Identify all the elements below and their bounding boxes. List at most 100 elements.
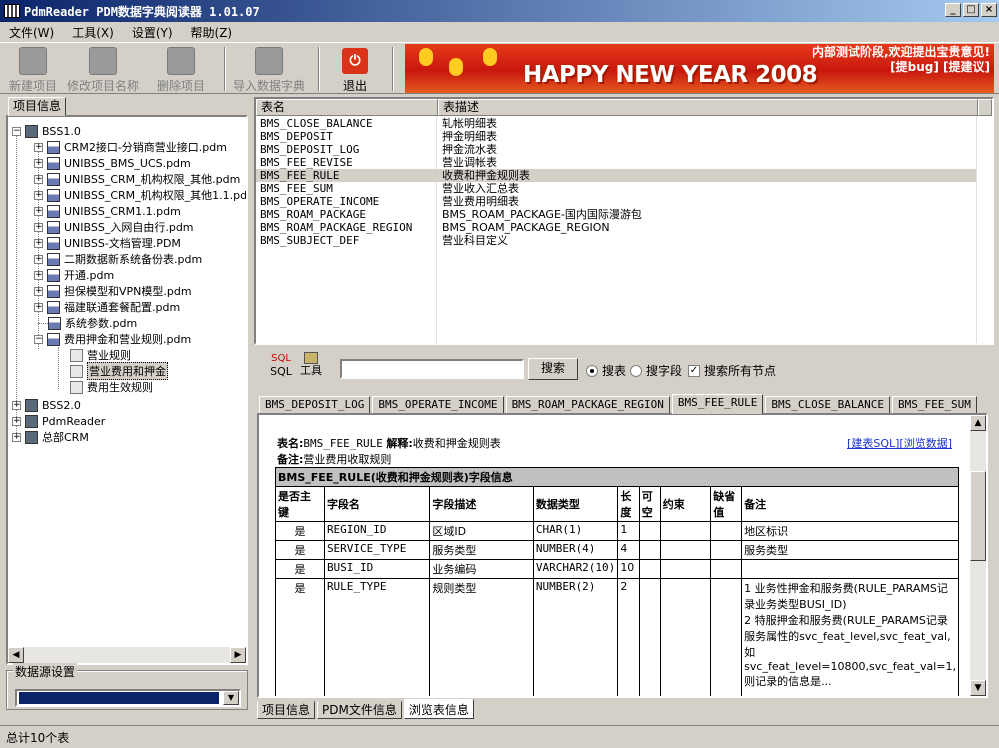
- close-button[interactable]: ×: [981, 3, 997, 17]
- tab-pdm-file-info[interactable]: PDM文件信息: [317, 701, 402, 719]
- table-row[interactable]: BMS_ROAM_PACKAGE_REGION BMS_ROAM_PACKAGE_…: [256, 221, 976, 234]
- table-info-line: 表名:BMS_FEE_RULE 解释:收费和押金规则表: [277, 435, 501, 451]
- expand-icon[interactable]: +: [34, 222, 43, 232]
- column-header-filler: [978, 99, 992, 116]
- tree-node-pdm[interactable]: 系统参数.pdm: [48, 315, 137, 331]
- table-row[interactable]: BMS_SUBJECT_DEF 营业科目定义: [256, 234, 976, 247]
- browse-data-link[interactable]: [浏览数据]: [899, 437, 952, 450]
- detail-tab[interactable]: BMS_OPERATE_INCOME: [372, 396, 504, 414]
- expand-icon[interactable]: +: [34, 174, 43, 184]
- scroll-thumb[interactable]: [970, 471, 986, 561]
- create-sql-link[interactable]: [建表SQL]: [847, 437, 899, 450]
- import-pdm-button[interactable]: 导入数据字典: [228, 45, 310, 93]
- table-row[interactable]: BMS_DEPOSIT_LOG 押金流水表: [256, 143, 976, 156]
- tab-project-info-bottom[interactable]: 项目信息: [257, 701, 316, 719]
- tree-node-table[interactable]: 营业费用和押金: [70, 362, 168, 380]
- tools-button[interactable]: 工具: [294, 352, 328, 384]
- new-year-banner[interactable]: HAPPY NEW YEAR 2008 内部测试阶段,欢迎提出宝贵意见! [提b…: [405, 44, 994, 93]
- tree-node-label: 营业规则: [87, 349, 131, 362]
- tree-node-root[interactable]: + PdmReader: [12, 413, 105, 429]
- radio-search-table[interactable]: 搜表: [586, 362, 626, 379]
- detail-tab[interactable]: BMS_DEPOSIT_LOG: [259, 396, 371, 414]
- database-icon: [25, 430, 38, 444]
- tree-node-table[interactable]: 费用生效规则: [70, 379, 153, 395]
- sql-tool-button[interactable]: SQL SQL: [264, 352, 298, 384]
- expand-icon[interactable]: +: [34, 158, 43, 168]
- expand-icon[interactable]: +: [12, 400, 21, 410]
- tree-node-pdm[interactable]: + UNIBSS_CRM_机构权限_其他1.1.pdm: [34, 187, 246, 203]
- column-header-table-desc[interactable]: 表描述: [438, 99, 978, 116]
- expand-icon[interactable]: +: [34, 270, 43, 280]
- new-project-button[interactable]: 新建项目: [4, 45, 62, 93]
- tab-browse-table-info[interactable]: 浏览表信息: [403, 699, 474, 719]
- expand-icon[interactable]: +: [34, 302, 43, 312]
- expand-icon[interactable]: +: [34, 190, 43, 200]
- project-tree[interactable]: − BSS1.0 + CRM2接口-分销商营业接口.pdm + UNIBSS_BMS_UC…: [6, 115, 248, 665]
- table-row[interactable]: BMS_ROAM_PACKAGE BMS_ROAM_PACKAGE-国内国际漫游包: [256, 208, 976, 221]
- chevron-down-icon[interactable]: ▼: [223, 691, 239, 705]
- expand-icon[interactable]: +: [12, 416, 21, 426]
- datasource-settings-group: 数据源设置 ▼: [6, 663, 248, 710]
- menu-tools[interactable]: 工具(X): [63, 24, 123, 41]
- field-cell-name: BUSI_ID: [323, 559, 431, 579]
- tree-node-pdm[interactable]: + 担保模型和VPN模型.pdm: [34, 283, 192, 299]
- tree-node-table[interactable]: 营业规则: [70, 347, 131, 363]
- table-row[interactable]: BMS_FEE_RULE 收费和押金规则表: [256, 169, 976, 182]
- tree-node-pdm[interactable]: + UNIBSS_CRM_机构权限_其他.pdm: [34, 171, 240, 187]
- scroll-down-button[interactable]: ▼: [970, 680, 986, 696]
- scroll-up-button[interactable]: ▲: [970, 415, 986, 431]
- datasource-select[interactable]: ▼: [15, 689, 241, 707]
- table-list-header: 表名 表描述: [256, 99, 992, 116]
- tab-project-info[interactable]: 项目信息: [8, 97, 66, 116]
- tree-node-root[interactable]: − BSS1.0: [12, 123, 81, 139]
- collapse-icon[interactable]: −: [12, 126, 21, 136]
- menu-file[interactable]: 文件(W): [0, 24, 63, 41]
- detail-tab[interactable]: BMS_FEE_RULE: [671, 394, 764, 414]
- table-list[interactable]: 表名 表描述 BMS_CLOSE_BALANCE 轧帐明细表 BMS_DEPOSIT…: [254, 97, 994, 345]
- scroll-right-button[interactable]: ▶: [230, 647, 246, 663]
- expand-icon[interactable]: +: [34, 206, 43, 216]
- tree-node-pdm[interactable]: + 福建联通套餐配置.pdm: [34, 299, 180, 315]
- search-button[interactable]: 搜索: [528, 358, 578, 380]
- tree-node-pdm[interactable]: + UNIBSS_CRM1.1.pdm: [34, 203, 181, 219]
- expand-icon[interactable]: +: [12, 432, 21, 442]
- tree-node-root[interactable]: + 总部CRM: [12, 429, 89, 445]
- tree-horizontal-scrollbar[interactable]: ◀ ▶: [8, 647, 246, 663]
- column-header-table-name[interactable]: 表名: [256, 99, 438, 116]
- collapse-icon[interactable]: −: [34, 334, 43, 344]
- table-row[interactable]: BMS_FEE_REVISE 营业调帐表: [256, 156, 976, 169]
- detail-tab[interactable]: BMS_FEE_SUM: [891, 396, 977, 414]
- tree-node-pdm[interactable]: − 费用押金和营业规则.pdm: [34, 331, 191, 347]
- tree-node-pdm[interactable]: + UNIBSS_入网自由行.pdm: [34, 219, 194, 235]
- tree-node-pdm[interactable]: + UNIBSS_BMS_UCS.pdm: [34, 155, 191, 171]
- detail-vertical-scrollbar[interactable]: ▲ ▼: [970, 415, 986, 696]
- expand-icon[interactable]: +: [34, 142, 43, 152]
- minimize-button[interactable]: _: [945, 3, 961, 17]
- search-input[interactable]: [340, 359, 524, 379]
- checkbox-search-all-nodes[interactable]: ✓ 搜索所有节点: [688, 362, 776, 379]
- delete-project-button[interactable]: 删除项目: [152, 45, 210, 93]
- detail-tab[interactable]: BMS_ROAM_PACKAGE_REGION: [505, 396, 670, 414]
- rename-project-button[interactable]: 修改项目名称: [64, 45, 142, 93]
- table-row[interactable]: BMS_DEPOSIT 押金明细表: [256, 130, 976, 143]
- detail-tab[interactable]: BMS_CLOSE_BALANCE: [765, 396, 890, 414]
- tree-node-pdm[interactable]: + 开通.pdm: [34, 267, 114, 283]
- radio-search-field[interactable]: 搜字段: [630, 362, 682, 379]
- tree-node-pdm[interactable]: + CRM2接口-分销商营业接口.pdm: [34, 139, 227, 155]
- expand-icon[interactable]: +: [34, 286, 43, 296]
- tree-node-root[interactable]: + BSS2.0: [12, 397, 81, 413]
- expand-icon[interactable]: +: [34, 238, 43, 248]
- menu-help[interactable]: 帮助(Z): [182, 24, 242, 41]
- table-name-cell: BMS_ROAM_PACKAGE: [260, 208, 366, 221]
- table-row[interactable]: BMS_CLOSE_BALANCE 轧帐明细表: [256, 117, 976, 130]
- tree-node-pdm[interactable]: + 二期数据新系统备份表.pdm: [34, 251, 202, 267]
- exit-button[interactable]: ⏻ 退出: [330, 45, 380, 93]
- menu-settings[interactable]: 设置(Y): [123, 24, 182, 41]
- maximize-button[interactable]: □: [963, 3, 979, 17]
- banner-feedback-links[interactable]: [提bug] [提建议]: [812, 60, 990, 75]
- table-row[interactable]: BMS_OPERATE_INCOME 营业费用明细表: [256, 195, 976, 208]
- table-row[interactable]: BMS_FEE_SUM 营业收入汇总表: [256, 182, 976, 195]
- expand-icon[interactable]: +: [34, 254, 43, 264]
- tree-node-pdm[interactable]: + UNIBSS-文档管理.PDM: [34, 235, 181, 251]
- scroll-left-button[interactable]: ◀: [8, 647, 24, 663]
